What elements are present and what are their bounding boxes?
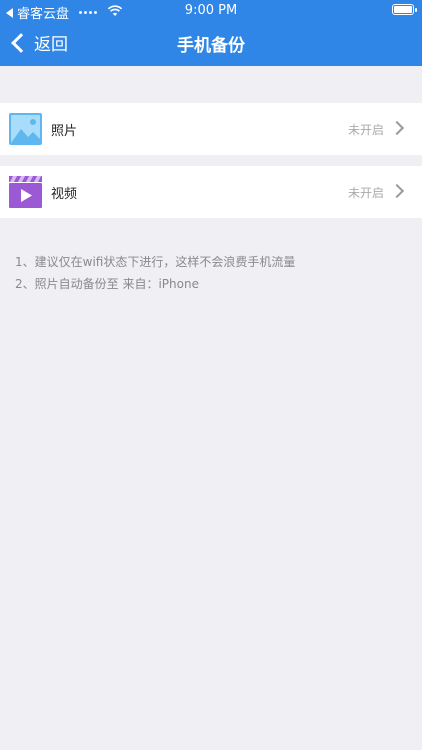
status-time: 9:00 PM: [184, 3, 238, 18]
nav-bar: 返回 手机备份: [0, 22, 422, 66]
photo-icon: [9, 113, 42, 145]
chevron-right-icon: [389, 120, 405, 136]
page-title: 手机备份: [177, 36, 245, 56]
status-bar: 睿客云盘 9:00 PM: [0, 0, 422, 22]
battery-icon: [392, 4, 417, 15]
videos-backup-row[interactable]: 视频 未开启: [0, 166, 422, 218]
video-icon: [9, 176, 42, 208]
photos-label: 照片: [51, 124, 78, 139]
note-line-1: 1、建议仅在wifi状态下进行，这样不会浪费手机流量: [15, 255, 296, 269]
photos-backup-row[interactable]: 照片 未开启: [0, 103, 422, 155]
chevron-right-icon: [389, 183, 405, 199]
header: 睿客云盘 9:00 PM 返回 手机备份: [0, 0, 422, 66]
videos-status: 未开启: [347, 186, 384, 200]
videos-label: 视频: [51, 187, 78, 202]
photos-status: 未开启: [347, 123, 384, 137]
note-line-2: 2、照片自动备份至 来自：iPhone: [15, 277, 199, 291]
backup-notes: 1、建议仅在wifi状态下进行，这样不会浪费手机流量 2、照片自动备份至 来自：…: [15, 251, 295, 295]
